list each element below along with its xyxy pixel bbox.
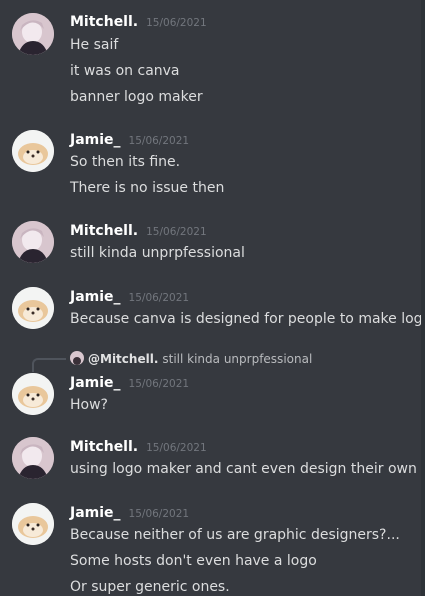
- reply-connector: [32, 358, 66, 372]
- user-avatar-jamie[interactable]: [12, 503, 54, 545]
- timestamp: 15/06/2021: [146, 226, 207, 238]
- author-name[interactable]: Mitchell.: [70, 223, 138, 239]
- author-name[interactable]: Jamie_: [70, 505, 121, 521]
- message-text: Because neither of us are graphic design…: [70, 527, 400, 543]
- reply-text: still kinda unprpfessional: [162, 352, 313, 366]
- avatar-image: [12, 287, 54, 329]
- avatar-image: [12, 437, 54, 479]
- timestamp: 15/06/2021: [128, 292, 190, 304]
- author-name[interactable]: Jamie_: [70, 375, 121, 391]
- message-text: So then its fine.: [70, 154, 181, 170]
- reply-mention[interactable]: @Mitchell.: [88, 352, 158, 366]
- message-text: Some hosts don't even have a logo: [70, 553, 317, 569]
- author-name[interactable]: Mitchell.: [70, 14, 138, 30]
- user-avatar-jamie[interactable]: [12, 373, 54, 415]
- user-avatar-jamie[interactable]: [12, 287, 54, 329]
- message-text: banner logo maker: [70, 89, 203, 105]
- username[interactable]: Jamie_ 15/06/2021: [70, 504, 189, 523]
- message-text: He saif: [70, 37, 119, 53]
- avatar-image: [12, 221, 54, 263]
- username[interactable]: Jamie_ 15/06/2021: [70, 374, 189, 393]
- message-text: How?: [70, 397, 108, 413]
- timestamp: 15/06/2021: [146, 17, 207, 29]
- username[interactable]: Jamie_ 15/06/2021: [70, 288, 189, 307]
- timestamp: 15/06/2021: [128, 378, 190, 390]
- username[interactable]: Mitchell. 15/06/2021: [70, 438, 207, 457]
- avatar-image: [12, 130, 54, 172]
- timestamp: 15/06/2021: [128, 135, 190, 147]
- message-text: still kinda unprpfessional: [70, 245, 245, 261]
- user-avatar-jamie[interactable]: [12, 130, 54, 172]
- message-text: using logo maker and cant even design th…: [70, 461, 417, 477]
- user-avatar-mitchell[interactable]: [12, 13, 54, 55]
- timestamp: 15/06/2021: [146, 442, 207, 454]
- scrollbar[interactable]: [421, 0, 425, 596]
- avatar-image: [12, 373, 54, 415]
- message-text: Because canva is designed for people to …: [70, 311, 425, 327]
- reply-preview[interactable]: @Mitchell. still kinda unprpfessional: [70, 351, 312, 367]
- timestamp: 15/06/2021: [128, 508, 190, 520]
- reply-avatar-icon: [70, 351, 84, 365]
- author-name[interactable]: Jamie_: [70, 132, 121, 148]
- message-text: it was on canva: [70, 63, 180, 79]
- username[interactable]: Jamie_ 15/06/2021: [70, 131, 189, 150]
- username[interactable]: Mitchell. 15/06/2021: [70, 222, 207, 241]
- user-avatar-mitchell[interactable]: [12, 437, 54, 479]
- author-name[interactable]: Jamie_: [70, 289, 121, 305]
- avatar-image: [12, 13, 54, 55]
- message-text: Or super generic ones.: [70, 579, 230, 595]
- user-avatar-mitchell[interactable]: [12, 221, 54, 263]
- message-text: There is no issue then: [70, 180, 225, 196]
- avatar-image: [12, 503, 54, 545]
- author-name[interactable]: Mitchell.: [70, 439, 138, 455]
- username[interactable]: Mitchell. 15/06/2021: [70, 13, 207, 32]
